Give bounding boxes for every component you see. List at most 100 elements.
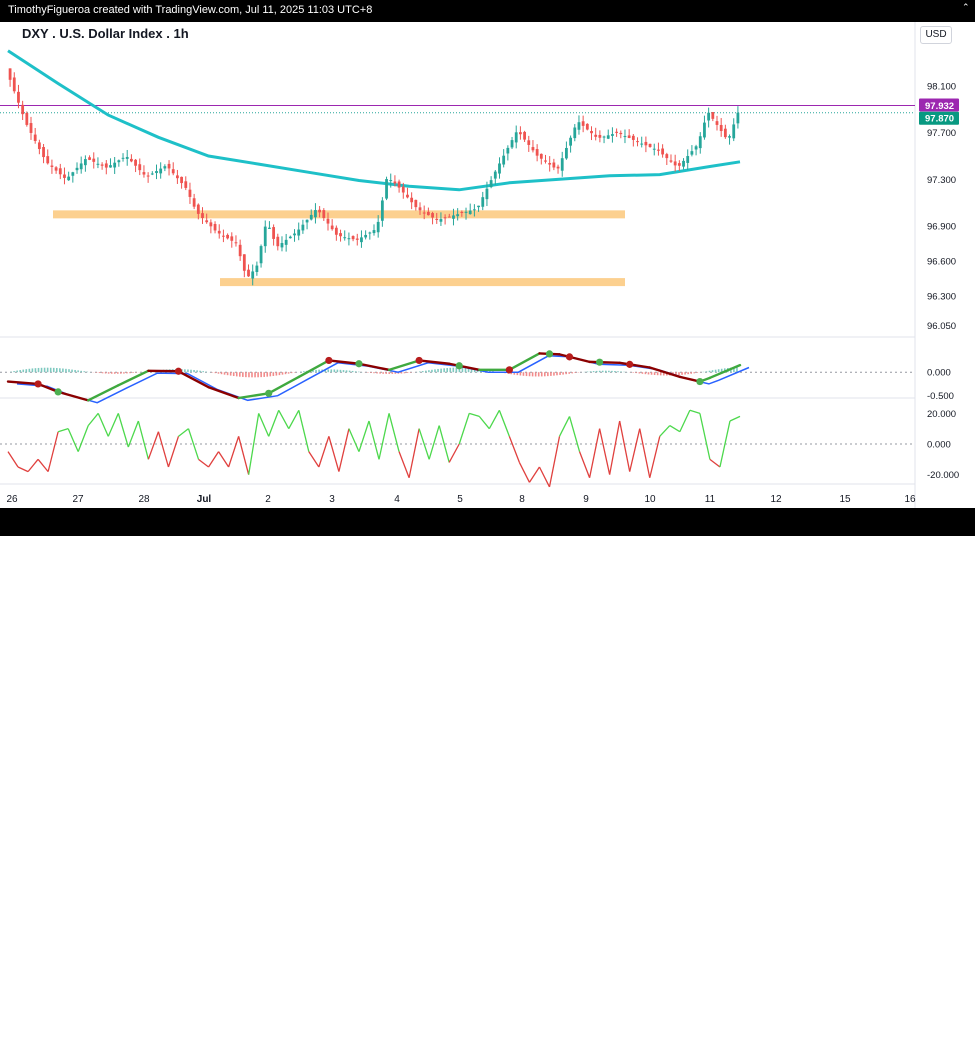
candle-body [615, 132, 618, 133]
oscillator-line-segment [620, 421, 630, 472]
candle-body [590, 131, 593, 133]
candle-body [310, 215, 313, 220]
candle-body [419, 207, 422, 210]
candle-body [724, 129, 727, 137]
price-tick-label: 97.300 [927, 175, 956, 186]
oscillator-line-segment [68, 429, 78, 452]
candle-body [373, 230, 376, 233]
momentum-cross-up-dot [596, 359, 603, 366]
oscillator-line-segment [78, 426, 88, 452]
candle-body [515, 132, 518, 142]
candle-body [30, 123, 33, 133]
candle-body [272, 227, 275, 239]
candle-body [268, 228, 271, 229]
candle-body [498, 163, 501, 173]
candle-body [134, 160, 137, 166]
candle-body [364, 235, 367, 237]
oscillator-line-segment [690, 410, 700, 413]
expand-icon[interactable]: ⌃ [962, 2, 970, 10]
momentum-cross-down-dot [506, 366, 513, 373]
candle-body [63, 175, 66, 178]
candle-body [619, 133, 622, 134]
candle-body [473, 209, 476, 210]
candle-body [209, 222, 212, 226]
candle-body [452, 215, 455, 218]
time-axis-label: 28 [138, 494, 150, 505]
candle-body [226, 235, 229, 238]
candle-body [398, 181, 401, 187]
candle-body [440, 219, 443, 222]
candle-body [155, 171, 158, 173]
oscillator-line-segment [178, 429, 188, 437]
candle-body [536, 149, 539, 156]
moving-average-line [8, 51, 740, 190]
candle-body [632, 136, 635, 140]
price-tick-label: 98.100 [927, 81, 956, 92]
candle-body [143, 172, 146, 174]
candle-body [264, 227, 267, 247]
momentum-cross-up-dot [546, 350, 553, 357]
candle-body [159, 169, 162, 174]
candle-body [435, 219, 438, 220]
oscillator-line-segment [339, 429, 349, 472]
candle-body [569, 138, 572, 146]
oscillator-line-segment [640, 429, 650, 478]
candle-body [218, 231, 221, 234]
candle-body [678, 163, 681, 166]
candle-body [469, 211, 472, 215]
time-axis-label: 10 [644, 494, 656, 505]
candle-body [88, 157, 91, 160]
price-tick-label: 96.050 [927, 321, 956, 332]
candle-body [414, 200, 417, 207]
candle-body [628, 135, 631, 138]
oscillator-line-segment [319, 436, 329, 467]
oscillator-line-segment [58, 429, 68, 432]
candle-body [423, 213, 426, 214]
tradingview-logo[interactable]: TradingView [8, 1022, 87, 1038]
candle-body [21, 105, 24, 114]
oscillator-line-segment [409, 429, 419, 478]
oscillator-line-segment [209, 452, 219, 467]
candle-body [695, 146, 698, 149]
chart-area[interactable]: 98.10097.70097.30096.90096.60096.30096.0… [0, 22, 975, 508]
candle-body [348, 238, 351, 239]
oscillator-line-segment [88, 413, 98, 425]
candle-body [565, 148, 568, 158]
caption-text: TimothyFigueroa created with TradingView… [8, 4, 372, 16]
candle-body [381, 200, 384, 220]
candle-body [527, 140, 530, 145]
candle-body [42, 147, 45, 157]
oscillator-line-segment [239, 436, 249, 474]
time-axis-label: Jul [197, 494, 212, 505]
candle-body [76, 168, 79, 170]
candle-body [465, 212, 468, 213]
oscillator-line-segment [369, 421, 379, 459]
oscillator-line-segment [279, 410, 289, 428]
momentum-cross-down-dot [34, 380, 41, 387]
candle-body [51, 166, 54, 167]
candle-body [598, 135, 601, 138]
candle-body [318, 210, 321, 213]
oscillator-line-segment [600, 429, 610, 475]
symbol-title: DXY . U.S. Dollar Index . 1h [22, 26, 189, 41]
candle-body [147, 176, 150, 177]
oscillator-line-segment [289, 410, 299, 428]
oscillator-line-segment [660, 426, 670, 437]
oscillator-line-segment [489, 410, 499, 428]
candle-body [97, 164, 100, 165]
candle-body [193, 198, 196, 206]
candle-body [163, 166, 166, 168]
time-axis-label: 4 [394, 494, 400, 505]
momentum-line-segment [178, 371, 208, 387]
oscillator-line-segment [349, 429, 359, 452]
candle-body [711, 112, 714, 119]
candle-body [490, 180, 493, 187]
oscillator-line-segment [469, 413, 479, 416]
candle-body [25, 113, 28, 125]
candle-body [720, 125, 723, 131]
candle-body [582, 121, 585, 126]
candle-body [293, 234, 296, 236]
candle-body [71, 172, 74, 176]
currency-selector[interactable]: USD [920, 26, 952, 44]
candle-body [402, 187, 405, 193]
